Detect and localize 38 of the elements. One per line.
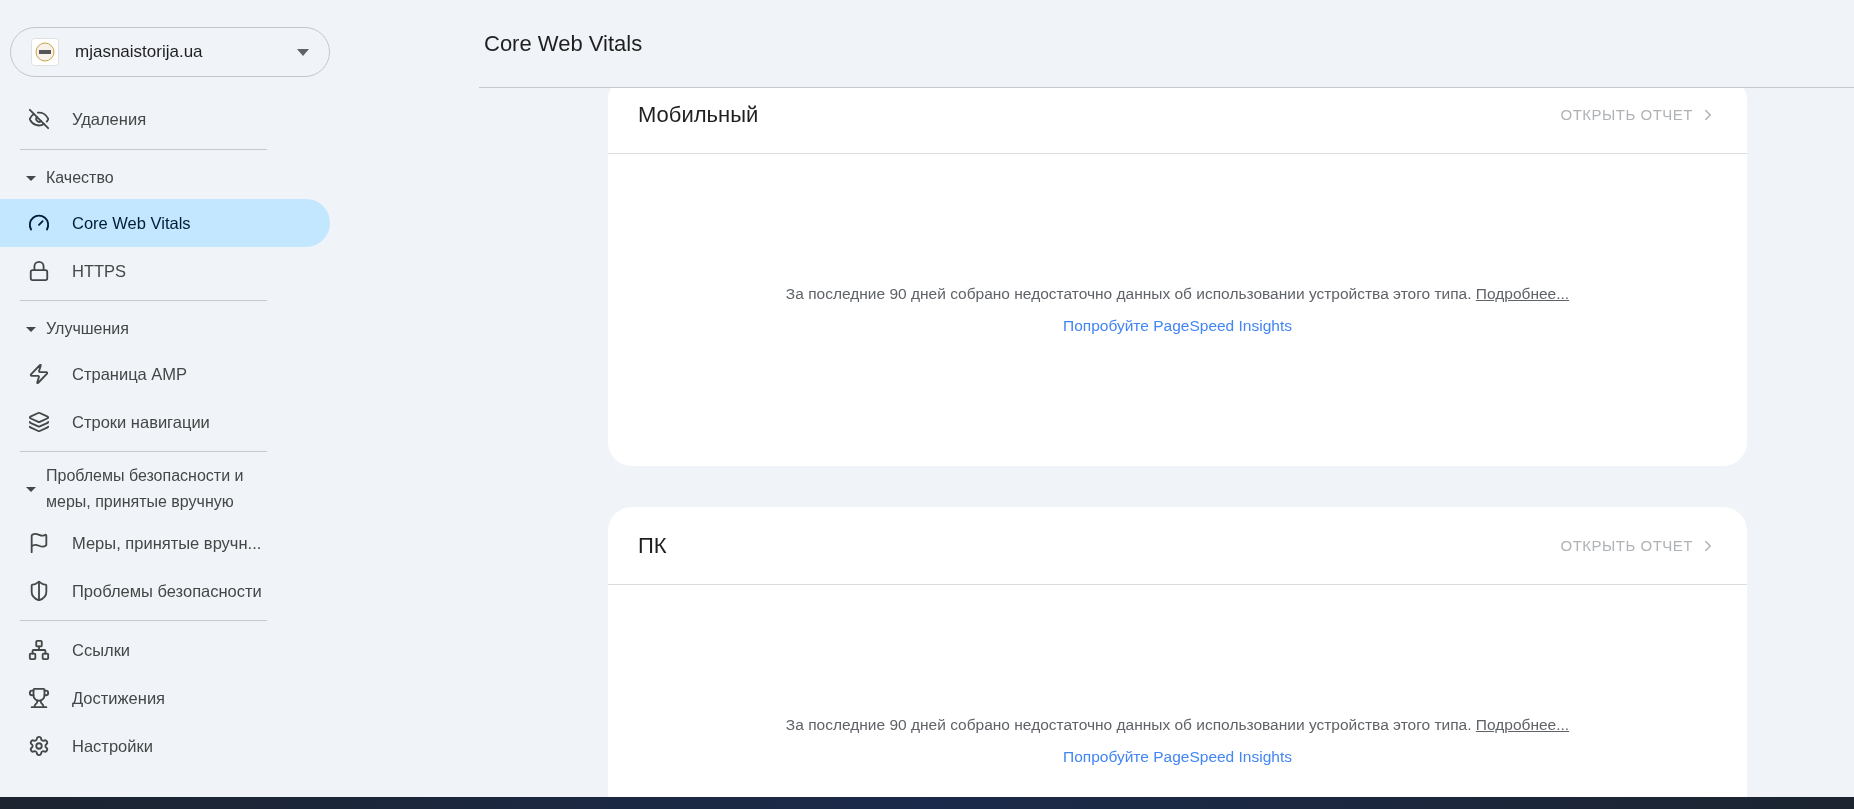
nav-item[interactable]: Строки навигации	[0, 398, 330, 446]
pagespeed-link[interactable]: Попробуйте PageSpeed Insights	[1063, 317, 1292, 335]
no-data-message: За последние 90 дней собрано недостаточно данных об использовании устройства этого типа. Подробнее...	[785, 285, 1570, 303]
section-header[interactable]: Улучшения	[0, 306, 340, 350]
learn-more-link[interactable]: Подробнее...	[1475, 285, 1570, 302]
caret-icon	[26, 486, 36, 492]
section-header[interactable]: Проблемы безопасности и меры, принятые вручную	[0, 457, 340, 519]
nav-item[interactable]: HTTPS	[0, 247, 330, 295]
nav-item[interactable]: Удаления	[0, 95, 330, 143]
property-selector[interactable]: mjasnaistorija.ua	[10, 27, 330, 77]
trophy-icon	[28, 687, 50, 709]
page-title: Core Web Vitals	[484, 30, 643, 57]
lock-icon	[28, 260, 50, 282]
lightning-icon	[28, 363, 50, 385]
dropdown-caret-icon	[297, 48, 309, 56]
nav-item[interactable]: Настройки	[0, 722, 330, 770]
eye-off-icon	[28, 108, 50, 130]
property-name: mjasnaistorija.ua	[75, 42, 204, 62]
flag-icon	[28, 532, 50, 554]
pagespeed-link[interactable]: Попробуйте PageSpeed Insights	[1063, 748, 1292, 766]
settings-icon	[28, 735, 50, 757]
hierarchy-icon	[28, 639, 50, 661]
layers-icon	[28, 411, 50, 433]
nav-item[interactable]: Достижения	[0, 674, 330, 722]
card-title: ПК	[638, 532, 667, 559]
caret-icon	[26, 175, 36, 181]
nav-item[interactable]: Страница AMP	[0, 350, 330, 398]
shield-icon	[28, 580, 50, 602]
site-logo-icon	[31, 38, 59, 66]
nav-item[interactable]: Проблемы безопасности	[0, 567, 330, 615]
learn-more-link[interactable]: Подробнее...	[1475, 716, 1570, 733]
no-data-message: За последние 90 дней собрано недостаточно данных об использовании устройства этого типа. Подробнее...	[785, 716, 1570, 734]
nav-item[interactable]: Ссылки	[0, 626, 330, 674]
section-header[interactable]: Качество	[0, 155, 340, 199]
nav-item[interactable]: Core Web Vitals	[0, 199, 330, 247]
caret-icon	[26, 326, 36, 332]
nav-item[interactable]: Меры, принятые вручн...	[0, 519, 330, 567]
card-title: Мобильный	[638, 101, 759, 128]
